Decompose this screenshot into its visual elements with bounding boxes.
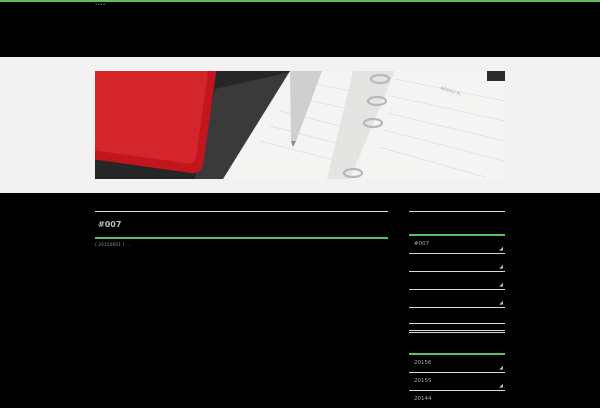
post-title[interactable]: #007 <box>98 220 121 229</box>
header-image: WEEKLY PL <box>95 71 505 179</box>
corner-arrow-icon: ◢ <box>499 246 503 252</box>
post-meta: ( 20150601 ) . , <box>95 243 130 248</box>
sidebar-archive-item[interactable]: 20155 ◢ <box>409 373 505 391</box>
site-tagline: •••• <box>95 2 106 7</box>
post-title-bar: #007 <box>95 211 388 239</box>
sidebar-recent-item[interactable]: ◢ <box>409 290 505 308</box>
sidebar-recent-item-label: #007 <box>414 241 430 247</box>
top-accent-line <box>0 0 600 2</box>
corner-arrow-icon: ◢ <box>499 365 503 371</box>
sidebar-recent-item[interactable]: ◢ <box>409 272 505 290</box>
sidebar-divider <box>409 323 505 324</box>
header-image-graphic: WEEKLY PL <box>95 71 505 179</box>
sidebar-archive-heading <box>409 332 505 355</box>
sidebar-recent-item[interactable]: #007 ◢ <box>409 236 505 254</box>
corner-arrow-icon: ◢ <box>499 383 503 389</box>
corner-arrow-icon: ◢ <box>499 282 503 288</box>
sidebar-archive-item[interactable]: 20156 ◢ <box>409 355 505 373</box>
sidebar-divider <box>409 330 505 331</box>
sidebar-archive-item-label: 20155 <box>414 378 432 384</box>
sidebar-recent-heading <box>409 211 505 236</box>
corner-arrow-icon: ◢ <box>499 300 503 306</box>
sidebar-archive-item-label: 20156 <box>414 360 432 366</box>
corner-arrow-icon: ◢ <box>499 264 503 270</box>
sidebar-recent-item[interactable]: ◢ <box>409 254 505 272</box>
sidebar-archive-item-label: 20144 <box>414 396 432 402</box>
